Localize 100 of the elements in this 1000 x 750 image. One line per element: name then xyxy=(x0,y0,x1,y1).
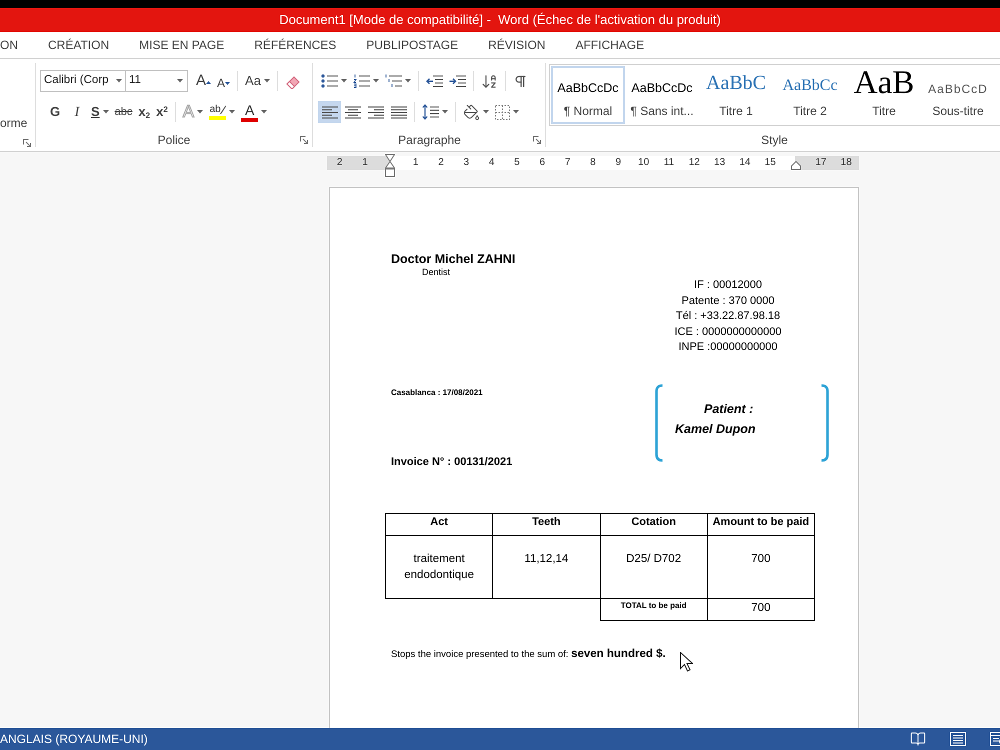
dialog-launcher-icon[interactable] xyxy=(23,139,31,147)
mouse-pointer-icon xyxy=(680,652,693,672)
font-name-field[interactable]: Calibri (Corp xyxy=(40,70,126,92)
ruler-number: 1 xyxy=(362,156,368,170)
ruler-number: 5 xyxy=(514,156,520,170)
italic-button[interactable]: I xyxy=(66,101,88,123)
line-spacing-icon xyxy=(422,104,439,120)
ruler-number: 18 xyxy=(840,156,852,170)
align-center-icon xyxy=(344,106,360,118)
style-gallery-item[interactable]: AaBbCcDc ¶ Sans int... xyxy=(625,66,699,124)
ruler-number: 17 xyxy=(815,156,826,170)
grow-font-button[interactable]: A xyxy=(193,70,214,92)
caret-down-icon xyxy=(116,79,122,83)
ruler-number: 12 xyxy=(688,156,700,170)
caret-up-icon xyxy=(206,80,212,84)
ruler-number: 13 xyxy=(714,156,726,170)
sort-icon xyxy=(481,72,498,90)
increase-indent-icon xyxy=(449,74,466,88)
subscript-button[interactable]: x$_{2}$ xyxy=(135,101,154,123)
identifier-line: IF : 00012000 xyxy=(694,278,762,293)
table-cell: D25/ D702 xyxy=(600,535,708,598)
caret-down-icon xyxy=(264,79,270,83)
font-size-field[interactable]: 11 xyxy=(126,70,188,92)
identifier-line: Tél : +33.22.87.98.18 xyxy=(676,309,780,324)
table-cell: traitement endodontique xyxy=(386,535,493,598)
shrink-font-button[interactable]: A xyxy=(214,70,234,92)
ribbon-tab[interactable]: ON xyxy=(0,32,18,58)
table-cell: 11,12,14 xyxy=(492,535,600,598)
group-label: Paragraphe xyxy=(397,132,462,149)
strikethrough-button[interactable]: abc xyxy=(112,101,136,123)
eraser-icon xyxy=(284,74,301,88)
dialog-launcher-icon[interactable] xyxy=(300,136,308,144)
ruler-number: 10 xyxy=(638,156,650,170)
closing-sentence: Stops the invoice presented to the sum of: seven hundred $. xyxy=(391,646,666,662)
decrease-indent-icon xyxy=(426,74,443,88)
ribbon-tab[interactable]: MISE EN PAGE xyxy=(139,32,224,58)
ribbon-tab[interactable]: RÉVISION xyxy=(488,32,546,58)
font-color-button[interactable]: A xyxy=(238,101,270,123)
caret-down-icon xyxy=(513,110,519,114)
group-label: Police xyxy=(156,132,192,149)
ruler-number: 8 xyxy=(590,156,596,170)
table-header-cell: Cotation xyxy=(600,513,708,535)
ribbon-tab[interactable]: RÉFÉRENCES xyxy=(254,32,336,58)
table-cell: 700 xyxy=(707,598,814,620)
invoice-number: Invoice N° : 00131/2021 xyxy=(391,454,512,468)
window-title: Document1 [Mode de compatibilité] - Word (Échec de l'activation du produit) xyxy=(279,11,721,30)
ruler-number: 3 xyxy=(464,156,470,170)
style-gallery-item[interactable]: AaBbC Titre 1 xyxy=(699,66,773,124)
paint-bucket-icon xyxy=(463,104,480,120)
justify-icon xyxy=(390,106,406,118)
numbered-list-icon xyxy=(353,74,370,88)
caret-down-icon xyxy=(177,79,183,83)
dialog-launcher-icon[interactable] xyxy=(533,136,541,144)
borders-icon xyxy=(495,104,510,120)
align-left-icon xyxy=(322,106,338,118)
pilcrow-icon xyxy=(513,74,528,88)
caret-down-icon xyxy=(197,110,204,114)
align-left-button[interactable] xyxy=(318,101,341,123)
print-layout-icon[interactable] xyxy=(950,732,966,746)
ruler-number: 6 xyxy=(540,156,546,170)
ribbon-tab[interactable]: PUBLIPOSTAGE xyxy=(366,32,458,58)
ribbon-tab[interactable]: CRÉATION xyxy=(48,32,110,58)
underline-button[interactable]: S xyxy=(88,101,112,123)
read-mode-icon[interactable] xyxy=(910,731,926,747)
ruler-number: 11 xyxy=(664,156,674,170)
style-gallery-item[interactable]: AaBbCcD Sous-titre xyxy=(921,66,995,124)
table-cell: TOTAL to be paid xyxy=(600,598,708,620)
ruler-number: 4 xyxy=(488,156,494,170)
table-header-cell: Teeth xyxy=(492,513,600,535)
change-case-button[interactable]: Aa xyxy=(242,70,273,92)
caret-down-icon xyxy=(341,79,347,83)
indent-marker-icon[interactable] xyxy=(790,161,801,170)
superscript-button[interactable]: x$^{2}$ xyxy=(153,101,171,123)
caret-down-icon xyxy=(261,110,268,114)
place-date: Casablanca : 17/08/2021 xyxy=(391,386,483,398)
ruler-number: 2 xyxy=(336,156,342,170)
multilevel-list-icon xyxy=(385,74,402,88)
ribbon-tab[interactable]: AFFICHAGE xyxy=(575,32,644,58)
ruler-number: 7 xyxy=(564,156,570,170)
language-status[interactable]: ANGLAIS (ROYAUME-UNI) xyxy=(0,730,148,748)
highlight-button[interactable]: ab xyxy=(206,101,238,123)
group-label: Style xyxy=(760,132,789,149)
group-fragment-label: orme xyxy=(0,115,28,132)
style-gallery-item[interactable]: AaBbCc Titre 2 xyxy=(773,66,847,124)
bold-button[interactable]: G xyxy=(44,101,66,123)
patient-label: Patient : xyxy=(704,400,754,418)
table-header-cell: Amount to be paid xyxy=(707,513,814,535)
style-gallery-item[interactable]: AaB Titre xyxy=(847,66,921,124)
identifier-line: Patente : 370 0000 xyxy=(682,294,774,308)
identifier-line: INPE :00000000000 xyxy=(678,340,778,355)
pen-icon xyxy=(218,105,226,115)
caret-down-icon xyxy=(442,110,448,114)
caret-down-icon xyxy=(229,110,236,114)
patient-name: Kamel Dupon xyxy=(675,420,756,438)
style-gallery-item[interactable]: AaBbCcDc ¶ Normal xyxy=(551,66,625,124)
caret-down-icon xyxy=(483,110,489,114)
indent-marker-icon[interactable] xyxy=(385,154,396,177)
caret-down-icon xyxy=(373,79,379,83)
caret-down-icon xyxy=(225,82,230,85)
table-cell: 700 xyxy=(707,535,814,598)
